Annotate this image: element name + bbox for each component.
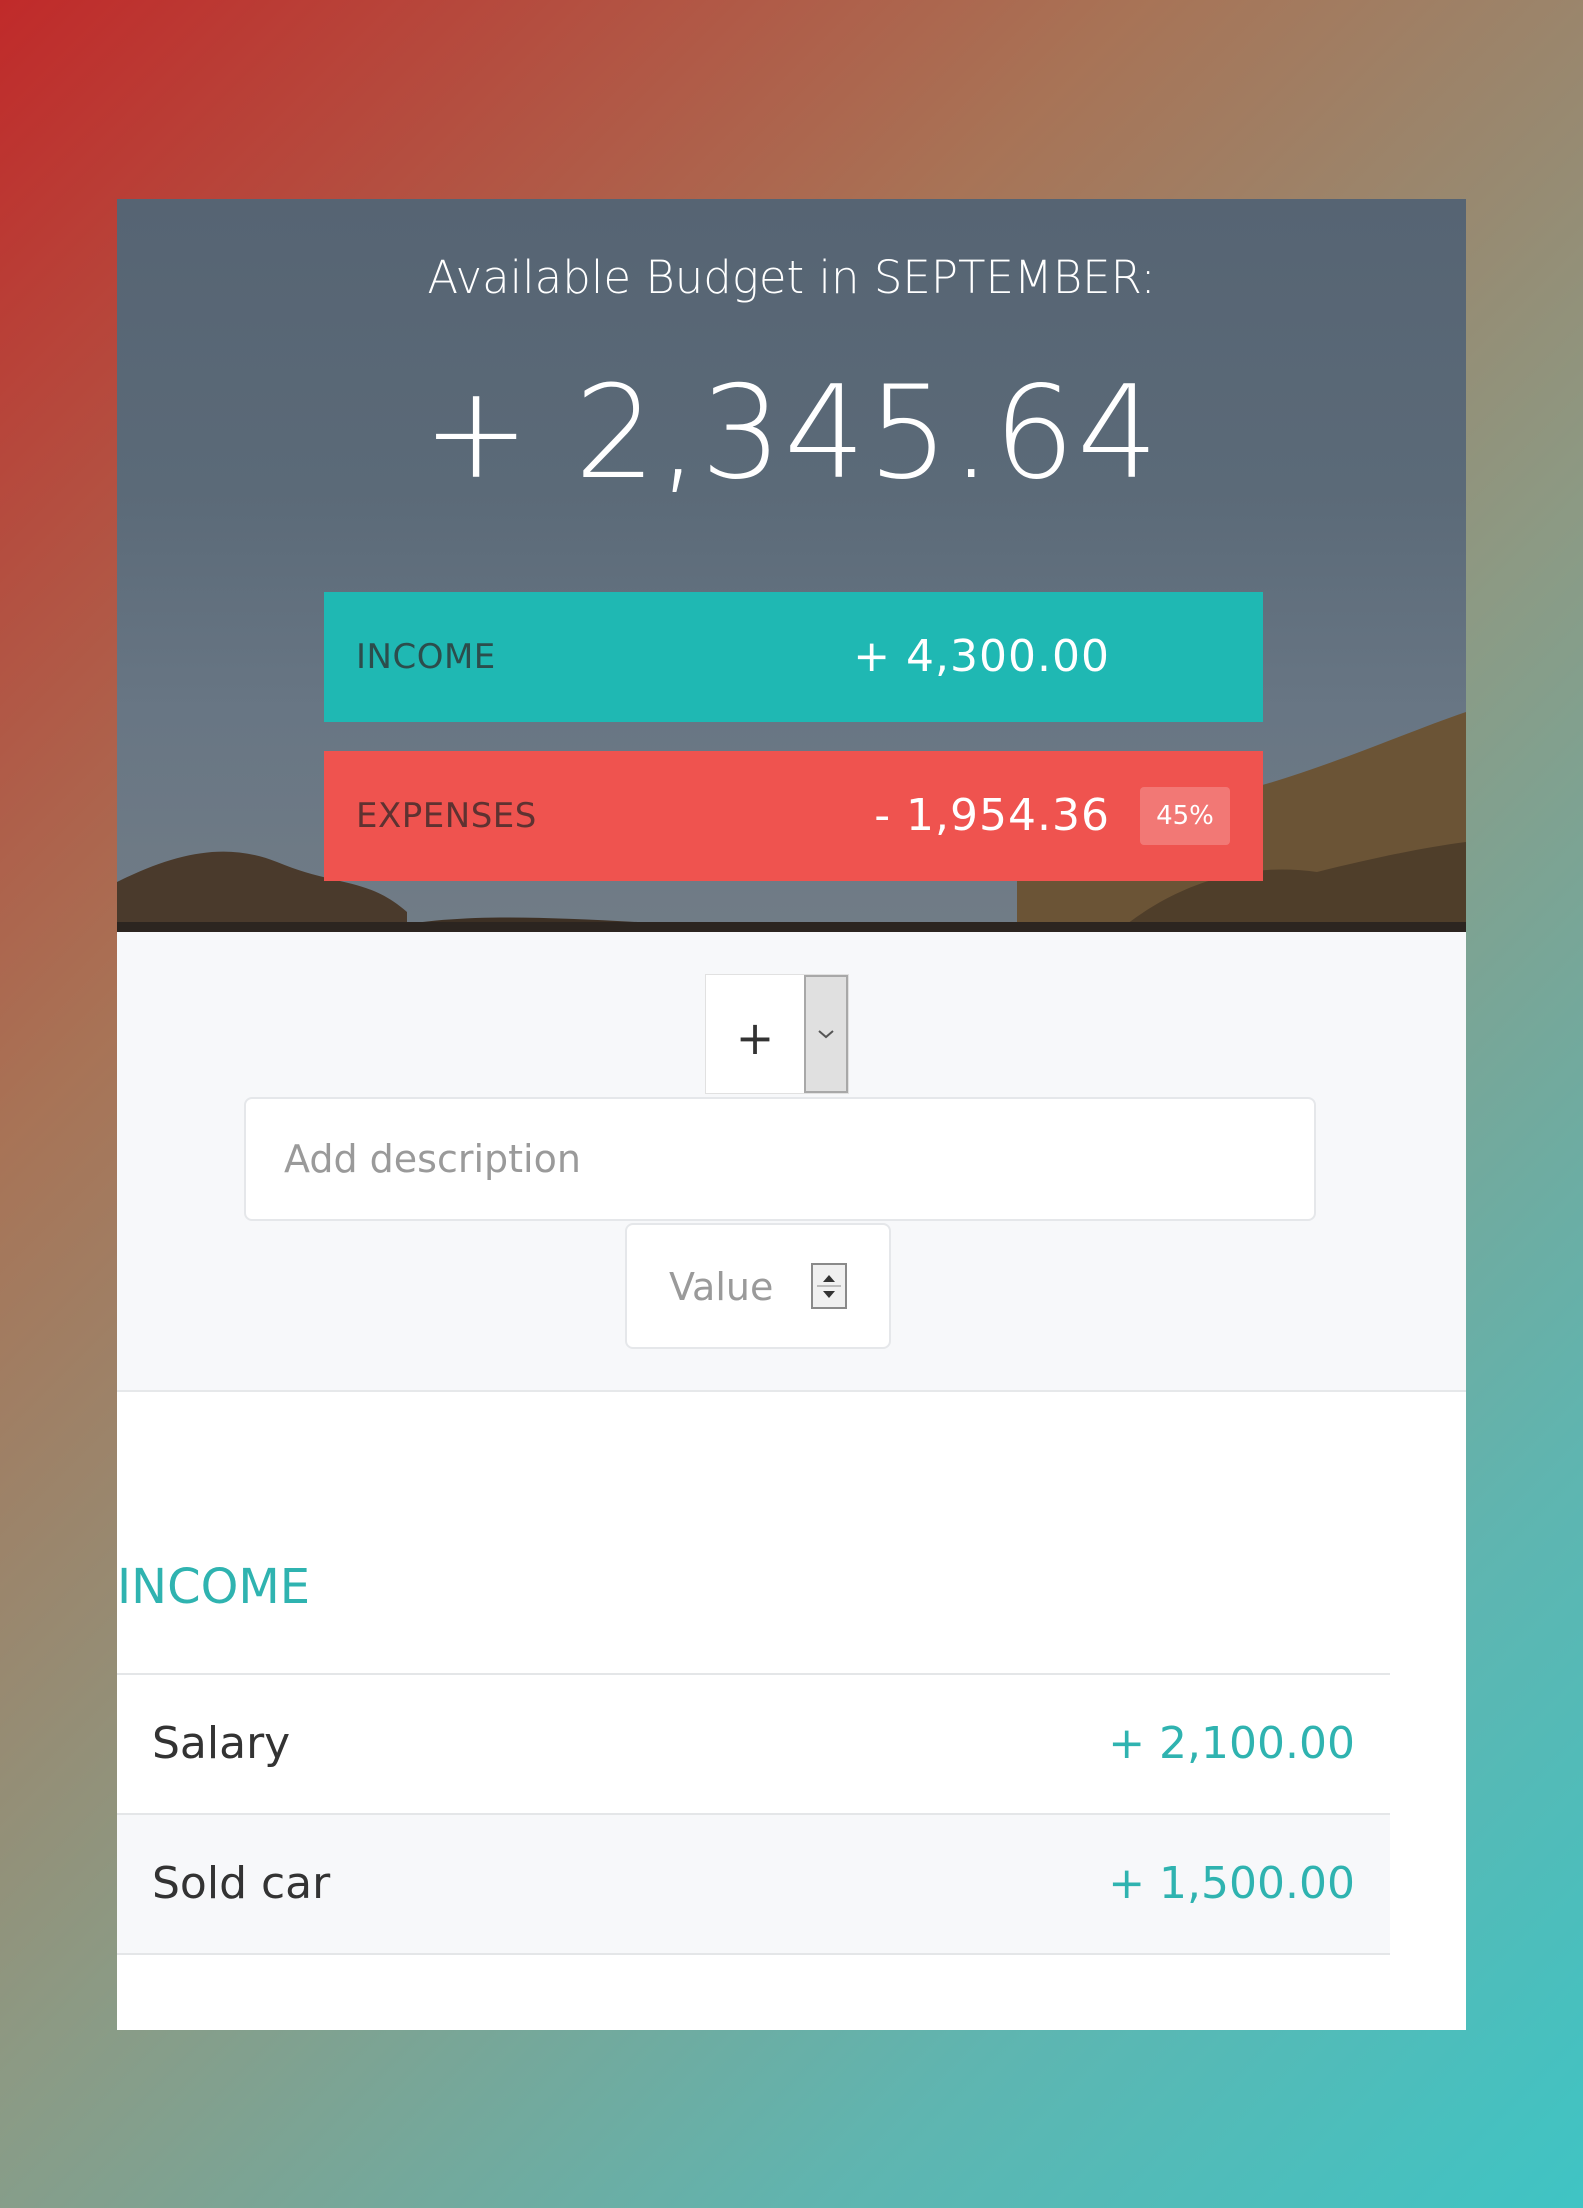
budget-app-card: Available Budget in SEPTEMBER: + 2,345.6… [117, 199, 1466, 2030]
expenses-summary-value: - 1,954.36 [874, 790, 1110, 841]
item-description: Sold car [152, 1858, 331, 1909]
description-input[interactable] [244, 1097, 1316, 1221]
income-summary-value: + 4,300.00 [853, 631, 1110, 682]
expenses-summary-label: EXPENSES [356, 796, 537, 836]
expenses-percentage-badge: 45% [1140, 787, 1230, 845]
income-summary-label: INCOME [356, 637, 496, 677]
type-select[interactable]: + [705, 974, 849, 1094]
item-description: Salary [152, 1718, 291, 1769]
item-value: + 1,500.00 [1108, 1858, 1355, 1909]
budget-header: Available Budget in SEPTEMBER: + 2,345.6… [117, 199, 1466, 932]
value-input[interactable] [667, 1225, 821, 1349]
expenses-summary: EXPENSES - 1,954.36 45% [324, 751, 1263, 881]
list-item[interactable]: Salary + 2,100.00 [117, 1675, 1390, 1815]
value-field[interactable] [625, 1223, 891, 1349]
item-value: + 2,100.00 [1108, 1718, 1355, 1769]
add-item-panel: + [117, 932, 1466, 1392]
budget-title: Available Budget in SEPTEMBER: [427, 251, 1156, 304]
list-item[interactable]: Sold car + 1,500.00 [117, 1815, 1390, 1955]
income-list: Salary + 2,100.00 Sold car + 1,500.00 [117, 1673, 1390, 1955]
chevron-down-icon[interactable] [804, 975, 848, 1093]
number-spinner-icon[interactable] [811, 1263, 847, 1309]
income-summary: INCOME + 4,300.00 [324, 592, 1263, 722]
income-list-title: INCOME [117, 1559, 311, 1615]
type-select-value: + [735, 1011, 775, 1065]
budget-value: + 2,345.64 [422, 359, 1161, 508]
